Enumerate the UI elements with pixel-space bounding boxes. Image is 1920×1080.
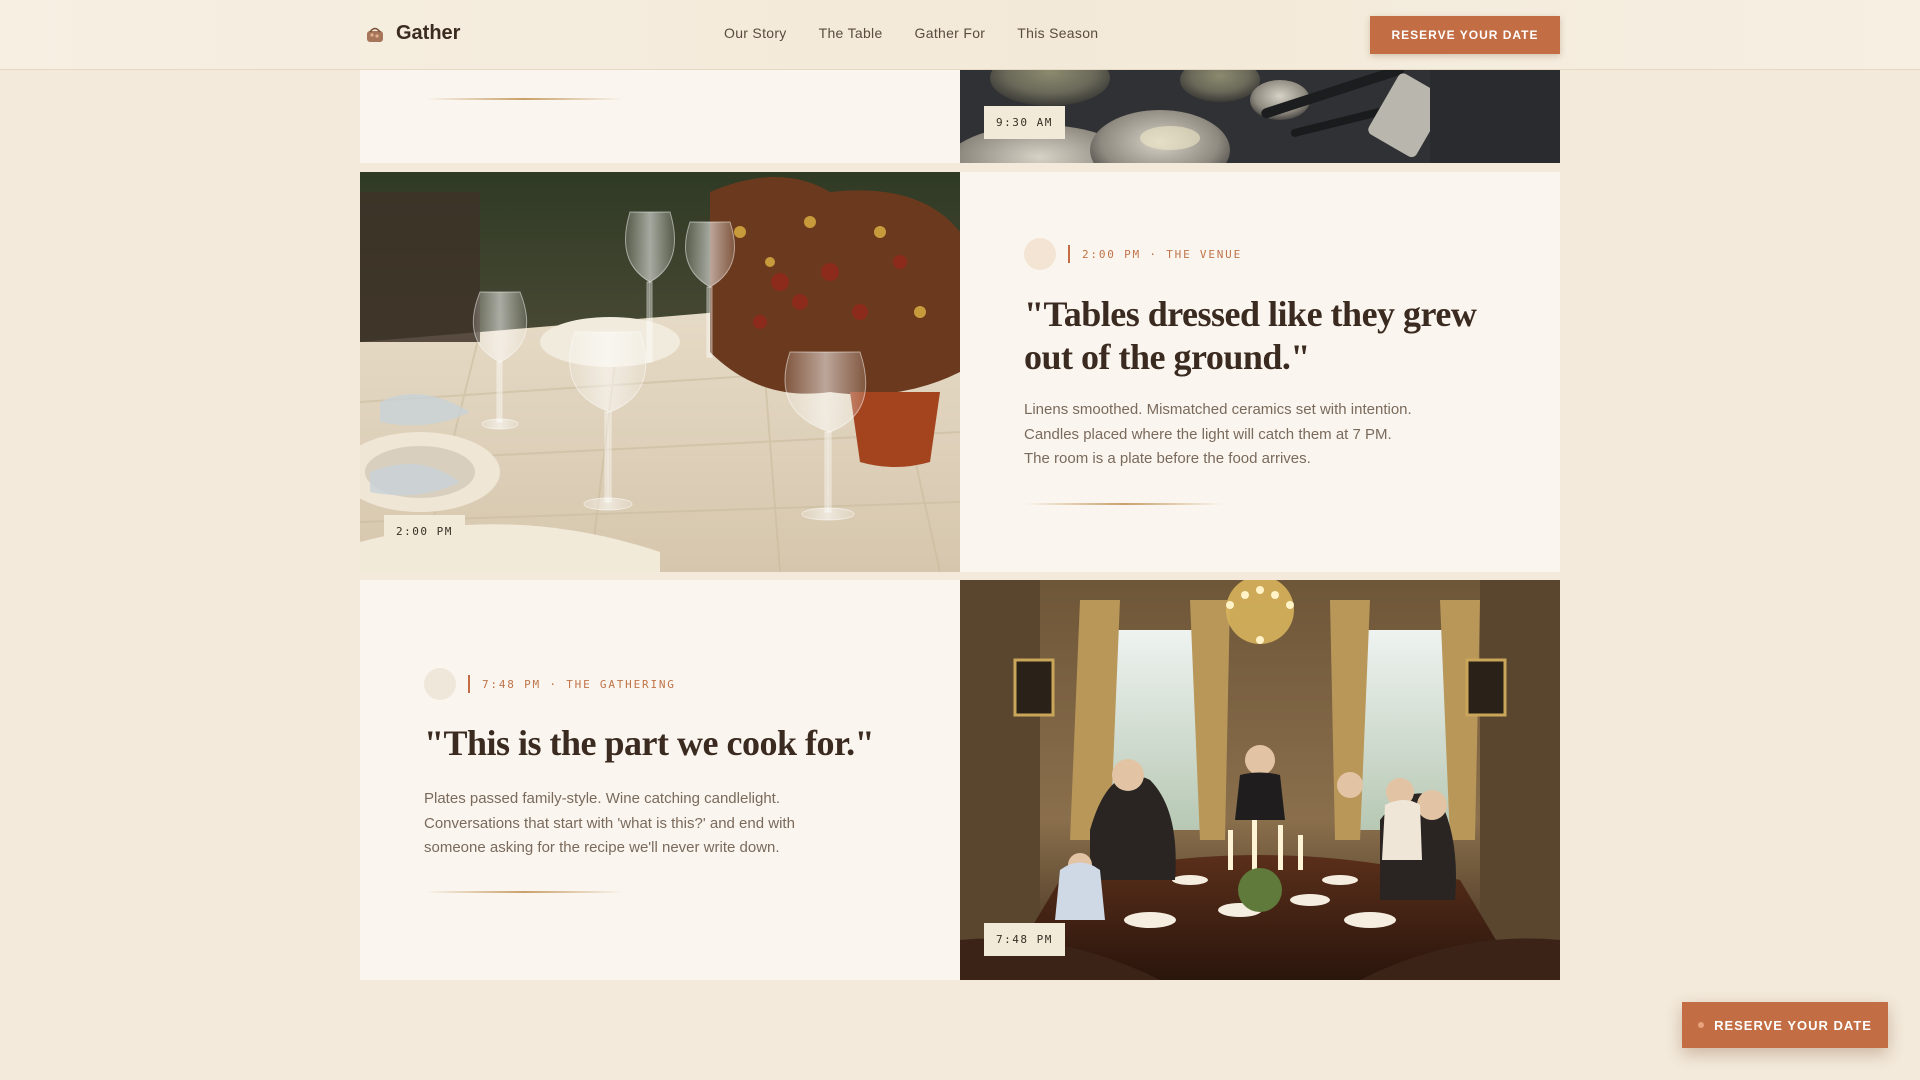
main-nav: Our Story The Table Gather For This Seas… [724, 25, 1098, 41]
venue-body: Linens smoothed. Mismatched ceramics set… [1024, 401, 1412, 467]
brand-name: Gather [396, 22, 461, 44]
step-dot-icon [424, 668, 456, 700]
morning-photo: 9:30 AM [960, 70, 1560, 163]
nav-the-table[interactable]: The Table [819, 25, 883, 41]
meta-bar [468, 675, 470, 693]
table-setting-image [360, 172, 960, 572]
brand[interactable]: Gather [366, 22, 460, 45]
time-tag: 9:30 AM [984, 106, 1065, 139]
nav-this-season[interactable]: This Season [1017, 25, 1098, 41]
reserve-date-button[interactable]: RESERVE YOUR DATE [1370, 16, 1560, 54]
nav-gather-for[interactable]: Gather For [915, 25, 986, 41]
dot-icon [1698, 1022, 1705, 1028]
card-divider [1024, 503, 1224, 505]
gathering-meta: 7:48 PM · THE GATHERING [424, 668, 676, 700]
venue-meta: 2:00 PM · THE VENUE [1024, 238, 1242, 270]
step-dot-icon [1024, 238, 1056, 270]
time-tag: 2:00 PM [384, 515, 465, 548]
meta-bar [1068, 245, 1070, 263]
card-divider [424, 891, 624, 893]
basket-icon [367, 27, 383, 42]
card-divider [424, 98, 624, 100]
dinner-party-image [960, 580, 1560, 980]
gathering-quote: "This is the part we cook for." [424, 723, 875, 763]
nav-our-story[interactable]: Our Story [724, 25, 787, 41]
venue-quote: "Tables dressed like they grew out of th… [1024, 294, 1477, 378]
morning-text-card [360, 70, 960, 163]
time-tag: 7:48 PM [984, 923, 1065, 956]
gathering-photo: 7:48 PM [960, 580, 1560, 980]
venue-photo: 2:00 PM [360, 172, 960, 572]
gathering-text-card: 7:48 PM · THE GATHERING "This is the par… [360, 580, 960, 980]
floating-reserve-label: RESERVE YOUR DATE [1714, 1017, 1872, 1033]
gathering-body: Plates passed family-style. Wine catchin… [424, 790, 795, 856]
floating-reserve-button[interactable]: RESERVE YOUR DATE [1682, 1002, 1888, 1048]
gathering-meta-label: 7:48 PM · THE GATHERING [482, 677, 676, 691]
venue-meta-label: 2:00 PM · THE VENUE [1082, 247, 1243, 261]
site-header: Gather Our Story The Table Gather For Th… [0, 0, 1920, 70]
venue-text-card: 2:00 PM · THE VENUE "Tables dressed like… [960, 172, 1560, 572]
